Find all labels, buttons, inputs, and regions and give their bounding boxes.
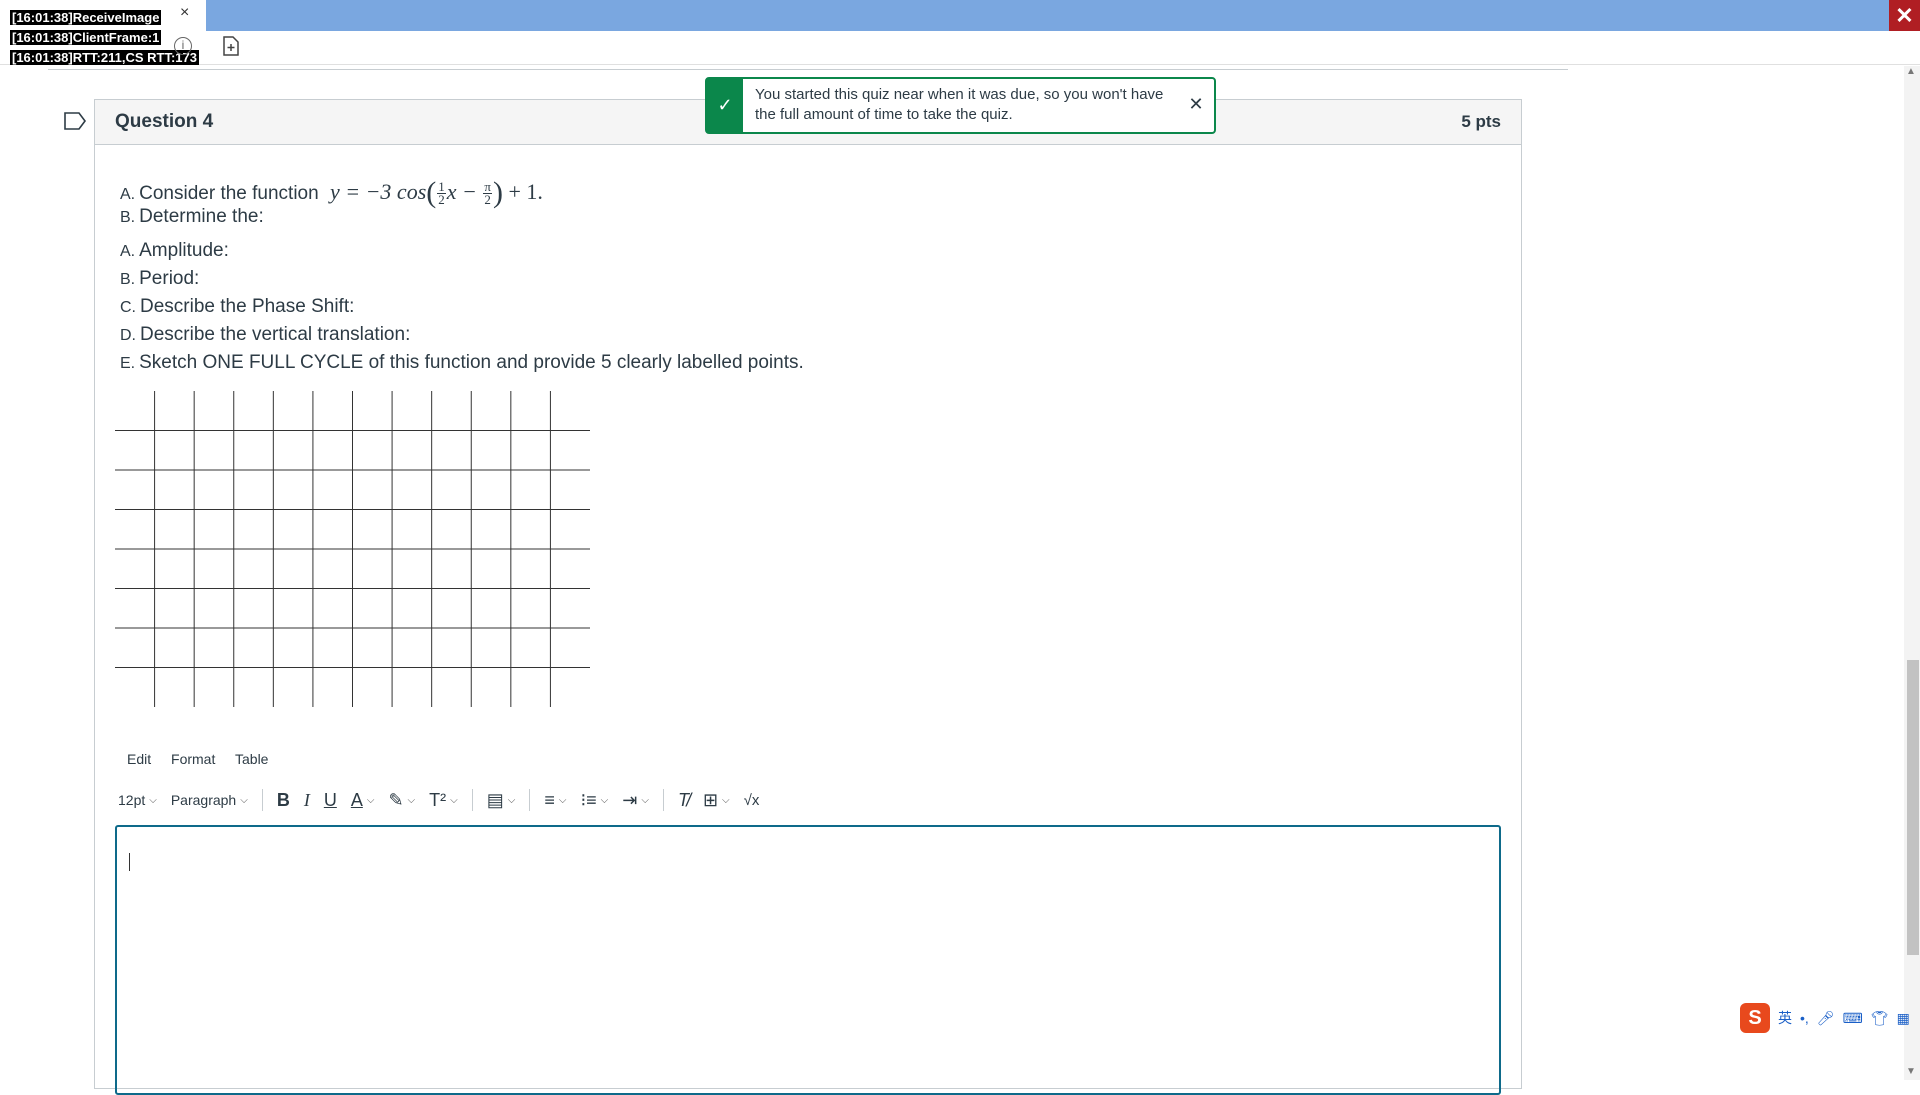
toast-close-button[interactable]: ✕ [1178,79,1214,132]
divider [48,69,1568,70]
list-item: C. Describe the Phase Shift: [120,296,355,317]
menu-format[interactable]: Format [171,751,215,767]
list-item: D. Describe the vertical translation: [120,324,411,345]
add-page-icon[interactable] [222,36,240,56]
microphone-icon[interactable]: 🎤︎ [1817,1010,1835,1027]
underline-icon[interactable]: U [324,790,337,811]
browser-top-bar [0,0,1920,31]
indent-button[interactable]: ⇥ ⌵ [622,790,649,811]
formula: y = −3 cos(1 2 x − π 2) + 1. [329,176,543,209]
flag-question-icon[interactable] [64,112,86,130]
toast-notification: ✓ You started this quiz near when it was… [705,77,1216,134]
table-button[interactable]: ⊞ ⌵ [703,790,730,811]
editor-menubar: Edit Format Table [127,751,284,767]
check-icon: ✓ [707,79,743,132]
text-color-icon: A [350,789,363,810]
toast-message: You started this quiz near when it was d… [755,86,1164,123]
menu-table[interactable]: Table [235,751,268,767]
toolstrip [0,31,1920,65]
list-item: E. Sketch ONE FULL CYCLE of this function… [120,352,804,373]
align-icon: ≡ [544,789,555,810]
toolbar-separator [529,789,531,811]
bold-icon[interactable]: B [277,790,290,811]
scrollbar-thumb[interactable] [1907,660,1919,955]
list-item: A. Amplitude: [120,240,229,261]
ime-toolbar: S 英 •, 🎤︎ ⌨ 👕︎ ▦ [1740,1003,1910,1033]
bullet-list-icon: ⁝≡ [580,789,597,810]
superscript-icon: T² [429,789,447,810]
block-format-dropdown[interactable]: Paragraph ⌵ [171,792,248,808]
text-color-button[interactable]: A ⌵ [351,790,375,811]
sketch-grid [115,391,590,707]
debug-overlay-line: [16:01:38]ClientFrame:1 [10,30,162,45]
ime-logo-icon[interactable]: S [1740,1003,1770,1033]
toolbar-separator [471,789,473,811]
italic-icon[interactable]: I [304,790,310,811]
document-icon: ▤ [486,789,504,810]
question-title: Question 4 [115,111,214,132]
table-icon: ⊞ [702,789,719,810]
toolbar-separator [662,789,664,811]
tab-close-button[interactable]: × [180,4,189,22]
question-points: 5 pts [1461,112,1501,131]
apps-grid-icon[interactable]: ▦ [1897,1010,1910,1027]
keyboard-icon[interactable]: ⌨ [1843,1010,1863,1027]
debug-overlay-line: [16:01:38]ReceiveImage [10,10,162,25]
debug-overlay-line: [16:01:38]RTT:211,CS RTT:173 [10,50,199,65]
align-button[interactable]: ≡ ⌵ [544,790,566,811]
rich-text-editor[interactable] [115,825,1501,1095]
clear-formatting-icon[interactable]: T̸ [678,790,689,811]
window-close-button[interactable]: ✕ [1889,0,1920,31]
list-item: B. Period: [120,268,200,289]
highlight-icon: ✎ [388,789,404,810]
info-icon[interactable]: i [174,37,192,55]
toolbar-separator [261,789,263,811]
equation-icon[interactable]: √x [744,792,760,809]
ime-language-toggle[interactable]: 英 [1778,1008,1792,1028]
font-size-dropdown[interactable]: 12pt ⌵ [118,792,157,808]
skin-icon[interactable]: 👕︎ [1871,1010,1889,1027]
list-item: A. Consider the function y = −3 cos(1 2 x −… [120,176,543,209]
bullet-list-button[interactable]: ⁝≡ ⌵ [580,790,608,811]
text-caret [129,853,130,871]
highlight-button[interactable]: ✎ ⌵ [388,790,415,811]
superscript-button[interactable]: T² ⌵ [429,790,458,811]
ime-punctuation-toggle[interactable]: •, [1800,1010,1809,1026]
list-item: B. Determine the: [120,206,264,227]
scroll-up-arrow-icon[interactable]: ▲ [1906,66,1916,77]
document-button[interactable]: ▤ ⌵ [487,790,516,811]
indent-icon: ⇥ [622,789,638,810]
editor-toolbar: 12pt ⌵ Paragraph ⌵ B I U A ⌵ ✎ ⌵ T² ⌵ ▤ ⌵ ≡ ⌵ ⁝… [118,787,773,813]
scroll-down-arrow-icon[interactable]: ▼ [1906,1066,1916,1077]
menu-edit[interactable]: Edit [127,751,151,767]
